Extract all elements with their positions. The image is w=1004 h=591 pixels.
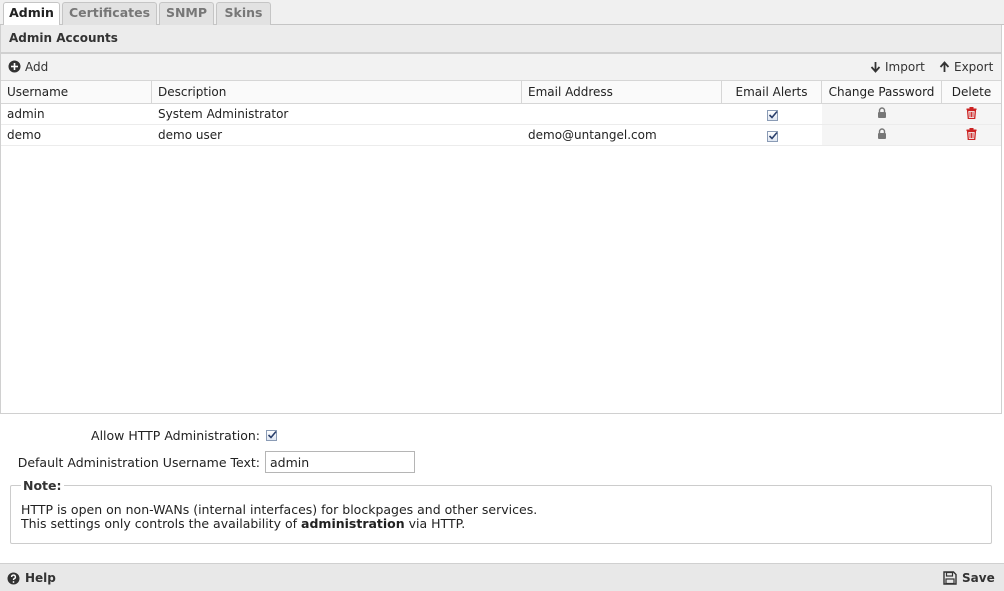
note-box: Note: HTTP is open on non-WANs (internal… xyxy=(10,478,992,544)
tab-skins[interactable]: Skins xyxy=(216,2,271,25)
cell-change-password xyxy=(822,104,942,124)
import-button[interactable]: Import xyxy=(870,58,925,76)
checkmark-icon xyxy=(768,110,778,119)
tab-admin[interactable]: Admin xyxy=(3,2,60,26)
add-label: Add xyxy=(25,60,49,74)
note-line-2-suffix: via HTTP. xyxy=(404,516,466,531)
allow-http-label: Allow HTTP Administration: xyxy=(91,428,260,443)
help-button[interactable]: Help xyxy=(7,569,56,587)
export-button[interactable]: Export xyxy=(939,58,993,76)
note-line-2-bold: administration xyxy=(301,516,405,531)
grid-toolbar: Add Import Export xyxy=(1,54,1001,81)
cell-delete xyxy=(942,104,1001,124)
note-line-1: HTTP is open on non-WANs (internal inter… xyxy=(21,502,538,517)
cell-description: demo user xyxy=(158,128,223,142)
cell-change-password xyxy=(822,125,942,145)
floppy-disk-icon xyxy=(943,571,957,585)
table-row[interactable]: demo demo user demo@untangel.com xyxy=(1,125,1001,146)
default-username-input[interactable] xyxy=(265,451,415,473)
lock-icon[interactable] xyxy=(877,128,887,140)
tab-snmp[interactable]: SNMP xyxy=(159,2,214,25)
column-email-address[interactable]: Email Address xyxy=(522,81,722,103)
note-legend: Note: xyxy=(23,478,62,493)
section-title: Admin Accounts xyxy=(0,25,1002,53)
allow-http-checkbox[interactable] xyxy=(266,430,277,441)
note-text: HTTP is open on non-WANs (internal inter… xyxy=(21,503,981,531)
note-line-2-prefix: This settings only controls the availabi… xyxy=(21,516,302,531)
cell-email: demo@untangel.com xyxy=(528,128,657,142)
trash-icon[interactable] xyxy=(966,128,977,141)
column-change-password[interactable]: Change Password xyxy=(822,81,942,103)
cell-username: demo xyxy=(7,128,42,142)
help-label: Help xyxy=(25,571,56,585)
checkmark-icon xyxy=(768,131,778,140)
checkmark-icon xyxy=(267,430,277,439)
arrow-down-icon xyxy=(870,62,881,73)
default-username-label: Default Administration Username Text: xyxy=(17,455,260,470)
admin-accounts-grid: Add Import Export Username Description E… xyxy=(0,53,1002,414)
column-description[interactable]: Description xyxy=(152,81,522,103)
add-circle-icon xyxy=(8,60,21,73)
add-button[interactable]: Add xyxy=(8,58,48,76)
lock-icon[interactable] xyxy=(877,107,887,119)
cell-email-alerts xyxy=(722,125,822,145)
import-label: Import xyxy=(885,60,925,74)
cell-delete xyxy=(942,125,1001,145)
column-username[interactable]: Username xyxy=(1,81,152,103)
column-delete[interactable]: Delete xyxy=(942,81,1001,103)
note-line-2: This settings only controls the availabi… xyxy=(21,517,981,531)
email-alerts-checkbox[interactable] xyxy=(766,131,778,142)
trash-icon[interactable] xyxy=(966,107,977,120)
arrow-up-icon xyxy=(939,61,950,72)
grid-header: Username Description Email Address Email… xyxy=(1,81,1001,104)
export-label: Export xyxy=(954,60,994,74)
footer-bar: Help Save xyxy=(0,563,1004,591)
save-label: Save xyxy=(962,571,995,585)
email-alerts-checkbox[interactable] xyxy=(766,110,778,121)
table-row[interactable]: admin System Administrator xyxy=(1,104,1001,125)
help-icon xyxy=(7,572,20,585)
save-button[interactable]: Save xyxy=(943,569,995,587)
column-email-alerts[interactable]: Email Alerts xyxy=(722,81,822,103)
cell-username: admin xyxy=(7,107,45,121)
tab-bar: Admin Certificates SNMP Skins xyxy=(0,0,1004,26)
cell-email-alerts xyxy=(722,104,822,124)
cell-email xyxy=(522,104,722,124)
tab-certificates[interactable]: Certificates xyxy=(62,2,157,25)
cell-description: System Administrator xyxy=(158,107,289,121)
